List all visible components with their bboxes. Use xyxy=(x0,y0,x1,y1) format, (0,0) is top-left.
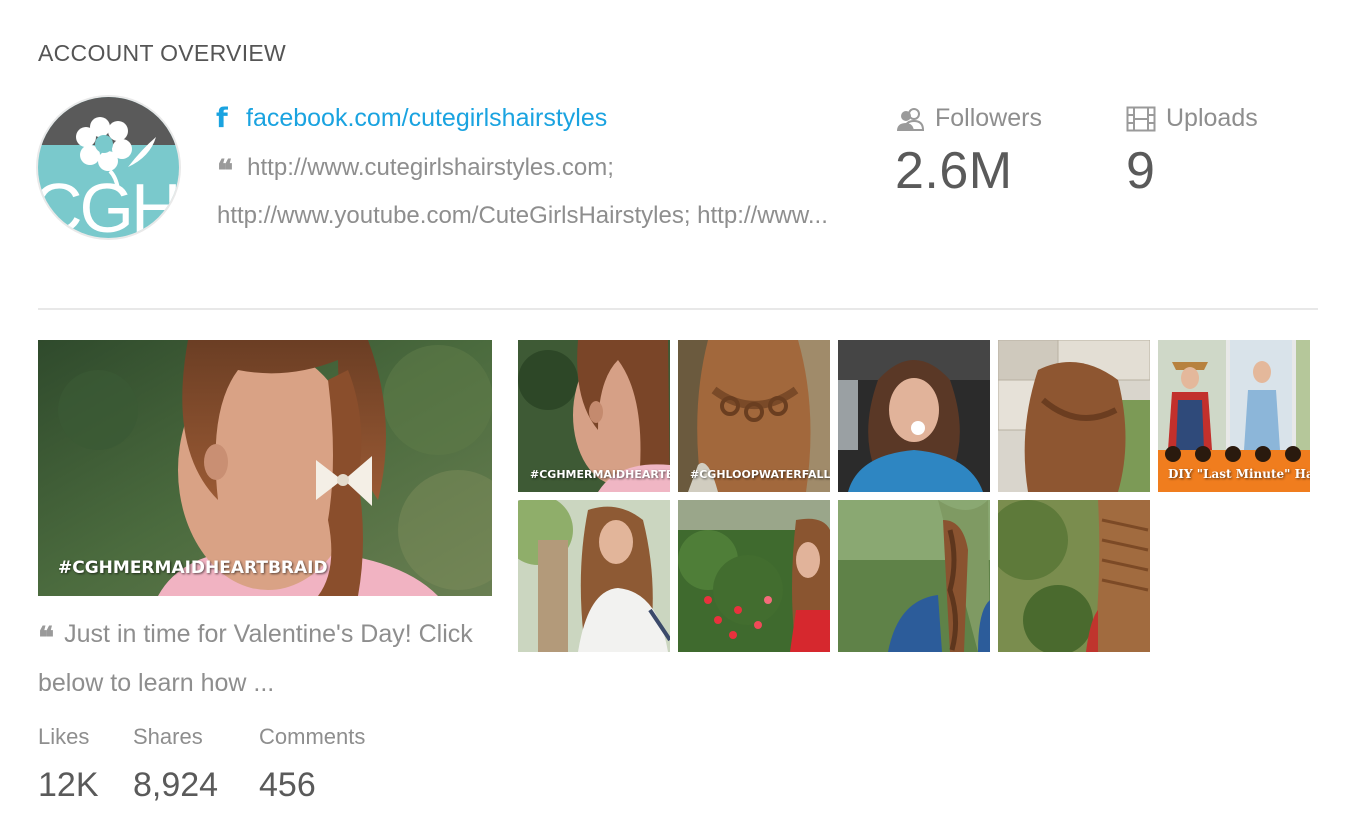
comments-label: Comments xyxy=(259,724,366,749)
thumbnail-overlay-text: #CGHMERMAIDHEARTBR xyxy=(530,468,670,481)
account-description: ❝ http://www.cutegirlshairstyles.com; htt… xyxy=(217,146,837,238)
thumbnail-1[interactable]: #CGHMERMAIDHEARTBR xyxy=(518,340,670,492)
followers-icon xyxy=(895,106,925,132)
film-icon xyxy=(1126,106,1156,132)
description-text: http://www.cutegirlshairstyles.com; http… xyxy=(217,154,828,229)
thumbnail-7[interactable] xyxy=(678,500,830,652)
thumbnail-4[interactable] xyxy=(998,340,1150,492)
featured-post-image[interactable]: #CGHMERMAIDHEARTBRAID xyxy=(38,340,492,596)
shares-label: Shares xyxy=(133,724,203,749)
followers-stat: Followers 2.6M xyxy=(895,104,1042,201)
caption-text: Just in time for Valentine's Day! Click … xyxy=(38,620,473,697)
likes-label: Likes xyxy=(38,724,90,749)
followers-label: Followers xyxy=(935,104,1042,132)
followers-value: 2.6M xyxy=(895,142,1013,200)
likes-metric: Likes 12K xyxy=(38,724,99,805)
thumbnail-3[interactable] xyxy=(838,340,990,492)
account-link-row: f facebook.com/cutegirlshairstyles xyxy=(216,104,607,133)
comments-metric: Comments 456 xyxy=(259,724,365,805)
thumbnail-overlay-text: #CGHLOOPWATERFALL xyxy=(690,468,830,481)
thumbnail-9[interactable] xyxy=(998,500,1150,652)
avatar-text: CGH xyxy=(38,169,179,238)
facebook-icon: f xyxy=(216,103,228,134)
featured-caption: ❝ Just in time for Valentine's Day! Click… xyxy=(38,612,508,705)
account-avatar[interactable]: CGH xyxy=(38,97,179,238)
uploads-label: Uploads xyxy=(1166,104,1258,132)
shares-value: 8,924 xyxy=(133,766,219,804)
quote-icon: ❝ xyxy=(217,154,234,189)
thumbnail-2[interactable]: #CGHLOOPWATERFALL xyxy=(678,340,830,492)
thumbnail-overlay-text: DIY "Last Minute" Hal xyxy=(1168,467,1310,481)
shares-metric: Shares 8,924 xyxy=(133,724,218,805)
quote-icon: ❝ xyxy=(38,621,55,656)
comments-value: 456 xyxy=(259,766,316,804)
featured-overlay-text: #CGHMERMAIDHEARTBRAID xyxy=(58,558,328,578)
thumbnail-5[interactable]: DIY "Last Minute" Hal xyxy=(1158,340,1310,492)
section-title: ACCOUNT OVERVIEW xyxy=(38,40,287,66)
thumbnail-8[interactable] xyxy=(838,500,990,652)
thumbnail-6[interactable] xyxy=(518,500,670,652)
account-link[interactable]: facebook.com/cutegirlshairstyles xyxy=(246,104,607,133)
uploads-value: 9 xyxy=(1126,142,1156,200)
divider xyxy=(38,308,1318,310)
likes-value: 12K xyxy=(38,766,99,804)
uploads-stat: Uploads 9 xyxy=(1126,104,1258,201)
